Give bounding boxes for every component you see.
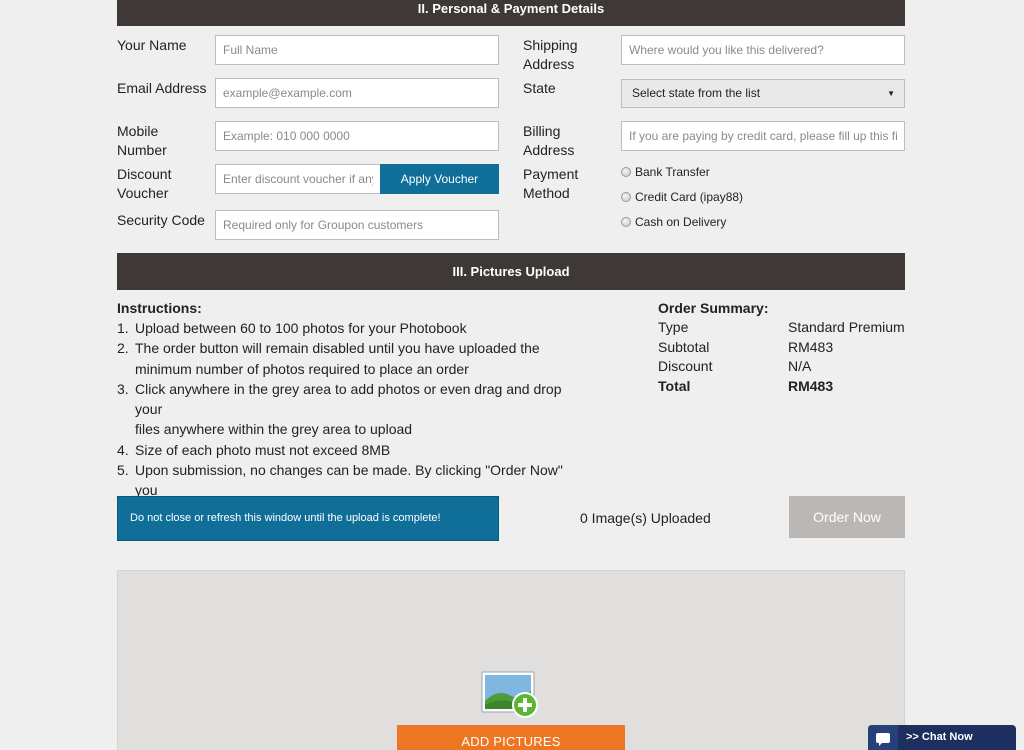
add-picture-icon[interactable]	[481, 671, 541, 719]
radio-circle-icon[interactable]	[621, 167, 631, 177]
instructions-list: 1. Upload between 60 to 100 photos for yo…	[117, 318, 577, 521]
voucher-label-line2: Voucher	[117, 185, 169, 201]
radio-credit-card[interactable]: Credit Card (ipay88)	[621, 190, 743, 204]
radio-circle-icon[interactable]	[621, 217, 631, 227]
chevron-down-icon: ▼	[887, 89, 895, 98]
apply-voucher-button[interactable]: Apply Voucher	[380, 164, 499, 194]
security-code-input[interactable]	[215, 210, 499, 240]
instruction-line: Size of each photo must not exceed 8MB	[135, 441, 391, 458]
instruction-number: 1.	[117, 320, 129, 336]
instruction-number: 2.	[117, 340, 129, 357]
summary-value: RM483	[788, 338, 834, 355]
summary-key: Subtotal	[658, 338, 710, 355]
chat-now-widget[interactable]: >> Chat Now	[868, 725, 1016, 750]
radio-label: Bank Transfer	[635, 165, 710, 179]
instruction-line: Upload between 60 to 100 photos for your…	[135, 320, 467, 336]
voucher-input[interactable]	[215, 164, 381, 194]
state-select[interactable]: Select state from the list ▼	[621, 79, 905, 108]
chat-now-label: >> Chat Now	[906, 731, 973, 743]
state-select-value: Select state from the list	[632, 86, 761, 100]
voucher-label-line1: Discount	[117, 166, 172, 182]
images-uploaded-count: 0 Image(s) Uploaded	[580, 510, 711, 526]
payment-label-line2: Method	[523, 185, 570, 201]
chat-bubble-icon	[868, 725, 898, 750]
billing-label: Billing Address	[523, 122, 574, 160]
summary-value: RM483	[788, 377, 834, 394]
security-code-label: Security Code	[117, 212, 205, 228]
summary-key: Total	[658, 377, 691, 394]
instruction-line: The order button will remain disabled un…	[135, 340, 540, 357]
instruction-item: 2. The order button will remain disabled …	[117, 338, 577, 379]
payment-label-line1: Payment	[523, 166, 579, 182]
instruction-line: minimum number of photos required to pla…	[135, 360, 469, 377]
radio-label: Cash on Delivery	[635, 215, 727, 229]
section-pictures-upload-header: III. Pictures Upload	[117, 253, 905, 290]
section-personal-payment-header: II. Personal & Payment Details	[117, 0, 905, 26]
summary-value: Standard Premium	[788, 319, 905, 335]
shipping-address-input[interactable]	[621, 35, 905, 65]
billing-label-line1: Billing	[523, 123, 561, 139]
billing-address-input[interactable]	[621, 121, 905, 151]
instruction-number: 4.	[117, 441, 129, 458]
instruction-line: Upon submission, no changes can be made.…	[135, 462, 563, 499]
shipping-label-line2: Address	[523, 56, 575, 72]
upload-warning-banner: Do not close or refresh this window unti…	[117, 496, 499, 541]
voucher-label: Discount Voucher	[117, 165, 171, 203]
payment-method-label: Payment Method	[523, 165, 578, 203]
shipping-label: Shipping Address	[523, 36, 578, 74]
order-summary-title: Order Summary:	[658, 300, 769, 316]
state-label: State	[523, 80, 556, 96]
email-input[interactable]	[215, 78, 499, 108]
mobile-label: Mobile Number	[117, 122, 167, 160]
instruction-number: 5.	[117, 462, 129, 479]
radio-bank-transfer[interactable]: Bank Transfer	[621, 165, 710, 179]
summary-value: N/A	[788, 358, 812, 374]
radio-circle-icon[interactable]	[621, 192, 631, 202]
instruction-item: 4. Size of each photo must not exceed 8MB	[117, 440, 577, 460]
photo-drop-zone[interactable]	[117, 570, 905, 750]
add-pictures-button[interactable]: ADD PICTURES	[397, 725, 625, 750]
instruction-number: 3.	[117, 380, 129, 397]
mobile-label-line1: Mobile	[117, 123, 159, 139]
email-label: Email Address	[117, 80, 207, 96]
radio-cash-on-delivery[interactable]: Cash on Delivery	[621, 215, 726, 229]
name-label: Your Name	[117, 37, 187, 53]
mobile-label-line2: Number	[117, 142, 167, 158]
mobile-input[interactable]	[215, 121, 499, 151]
instruction-line: files anywhere within the grey area to u…	[135, 421, 413, 438]
instructions-title: Instructions:	[117, 300, 202, 316]
shipping-label-line1: Shipping	[523, 37, 578, 53]
instruction-line: Click anywhere in the grey area to add p…	[135, 380, 562, 418]
summary-key: Type	[658, 319, 689, 335]
radio-label: Credit Card (ipay88)	[635, 190, 744, 204]
order-now-button[interactable]: Order Now	[789, 496, 905, 538]
billing-label-line2: Address	[523, 142, 575, 158]
instruction-item: 1. Upload between 60 to 100 photos for yo…	[117, 318, 577, 338]
name-input[interactable]	[215, 35, 499, 65]
instruction-item: 3. Click anywhere in the grey area to add…	[117, 379, 577, 440]
summary-key: Discount	[658, 358, 713, 374]
